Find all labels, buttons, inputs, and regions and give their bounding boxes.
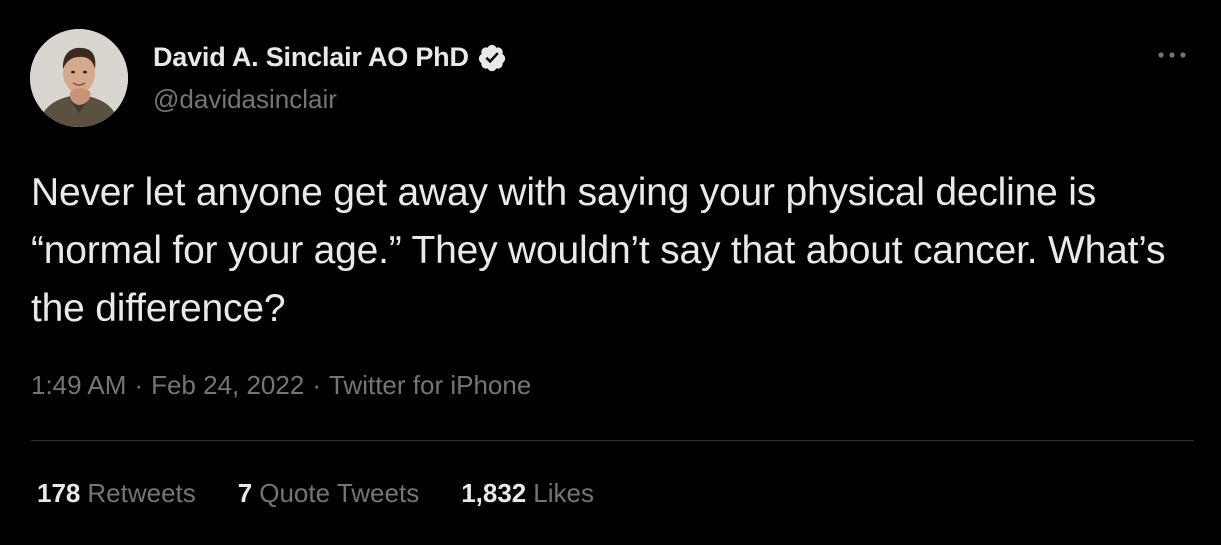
tweet-meta: 1:49 AM · Feb 24, 2022 · Twitter for iPh…: [31, 370, 531, 401]
avatar-photo: [30, 29, 128, 127]
quote-tweets-stat[interactable]: 7 Quote Tweets: [238, 478, 419, 509]
meta-separator: ·: [134, 370, 144, 400]
tweet-time[interactable]: 1:49 AM: [31, 370, 126, 401]
likes-label: Likes: [533, 478, 594, 508]
likes-stat[interactable]: 1,832 Likes: [461, 478, 594, 509]
retweets-count: 178: [37, 478, 81, 508]
quote-tweets-label: Quote Tweets: [259, 478, 420, 508]
retweets-label: Retweets: [87, 478, 196, 508]
retweets-stat[interactable]: 178 Retweets: [37, 478, 196, 509]
tweet-text: Never let anyone get away with saying yo…: [31, 171, 1166, 330]
tweet-stats: 178 Retweets 7 Quote Tweets 1,832 Likes: [37, 478, 594, 509]
author-avatar[interactable]: [30, 29, 128, 127]
meta-separator: ·: [312, 370, 321, 400]
likes-count: 1,832: [461, 478, 527, 508]
tweet-date[interactable]: Feb 24, 2022: [151, 370, 304, 401]
author-name[interactable]: David A. Sinclair AO PhD: [153, 42, 507, 73]
author-name-text: David A. Sinclair AO PhD: [153, 42, 469, 72]
tweet-card: David A. Sinclair AO PhD @davidasinclair…: [0, 0, 1221, 545]
more-options-icon[interactable]: [1152, 40, 1192, 70]
quote-tweets-count: 7: [237, 478, 253, 508]
author-handle[interactable]: @davidasinclair: [153, 84, 337, 115]
divider: [31, 440, 1194, 441]
verified-badge-icon: [477, 43, 507, 73]
tweet-source[interactable]: Twitter for iPhone: [329, 370, 531, 401]
